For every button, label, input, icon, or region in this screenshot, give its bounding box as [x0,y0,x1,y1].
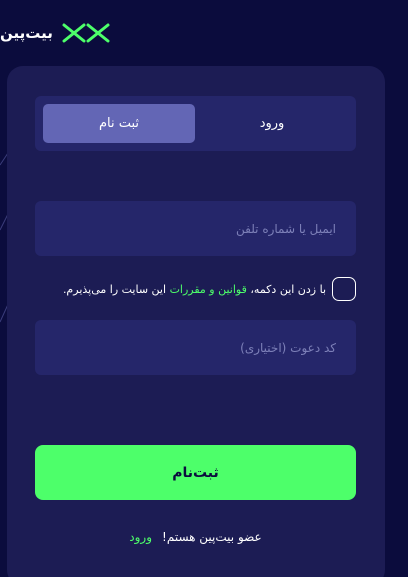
footer-text: عضو بیت‌پین هستم! [162,530,262,544]
tab-register[interactable]: ثبت نام [43,104,195,143]
terms-row: با زدن این دکمه، قوانین و مقررات این سای… [35,276,356,302]
terms-suffix: این سایت را می‌پذیرم. [62,282,167,296]
bitpin-logo-icon[interactable] [61,22,111,44]
footer-row: عضو بیت‌پین هستم! ورود [35,525,356,549]
tab-login[interactable]: ورود [196,104,348,143]
terms-checkbox[interactable] [332,277,356,301]
brand-name: بیت‌پین [0,24,53,42]
invite-code-input[interactable] [35,320,356,375]
terms-link[interactable]: قوانین و مقررات [170,283,247,296]
login-link[interactable]: ورود [129,530,152,544]
email-or-phone-input[interactable] [35,201,356,256]
auth-tabs: ورود ثبت نام [35,96,356,151]
header: بیت‌پین [0,0,408,66]
terms-prefix: با زدن این دکمه، [250,282,326,296]
terms-text: با زدن این دکمه، قوانین و مقررات این سای… [63,283,326,296]
register-button[interactable]: ثبت‌نام [35,445,356,500]
